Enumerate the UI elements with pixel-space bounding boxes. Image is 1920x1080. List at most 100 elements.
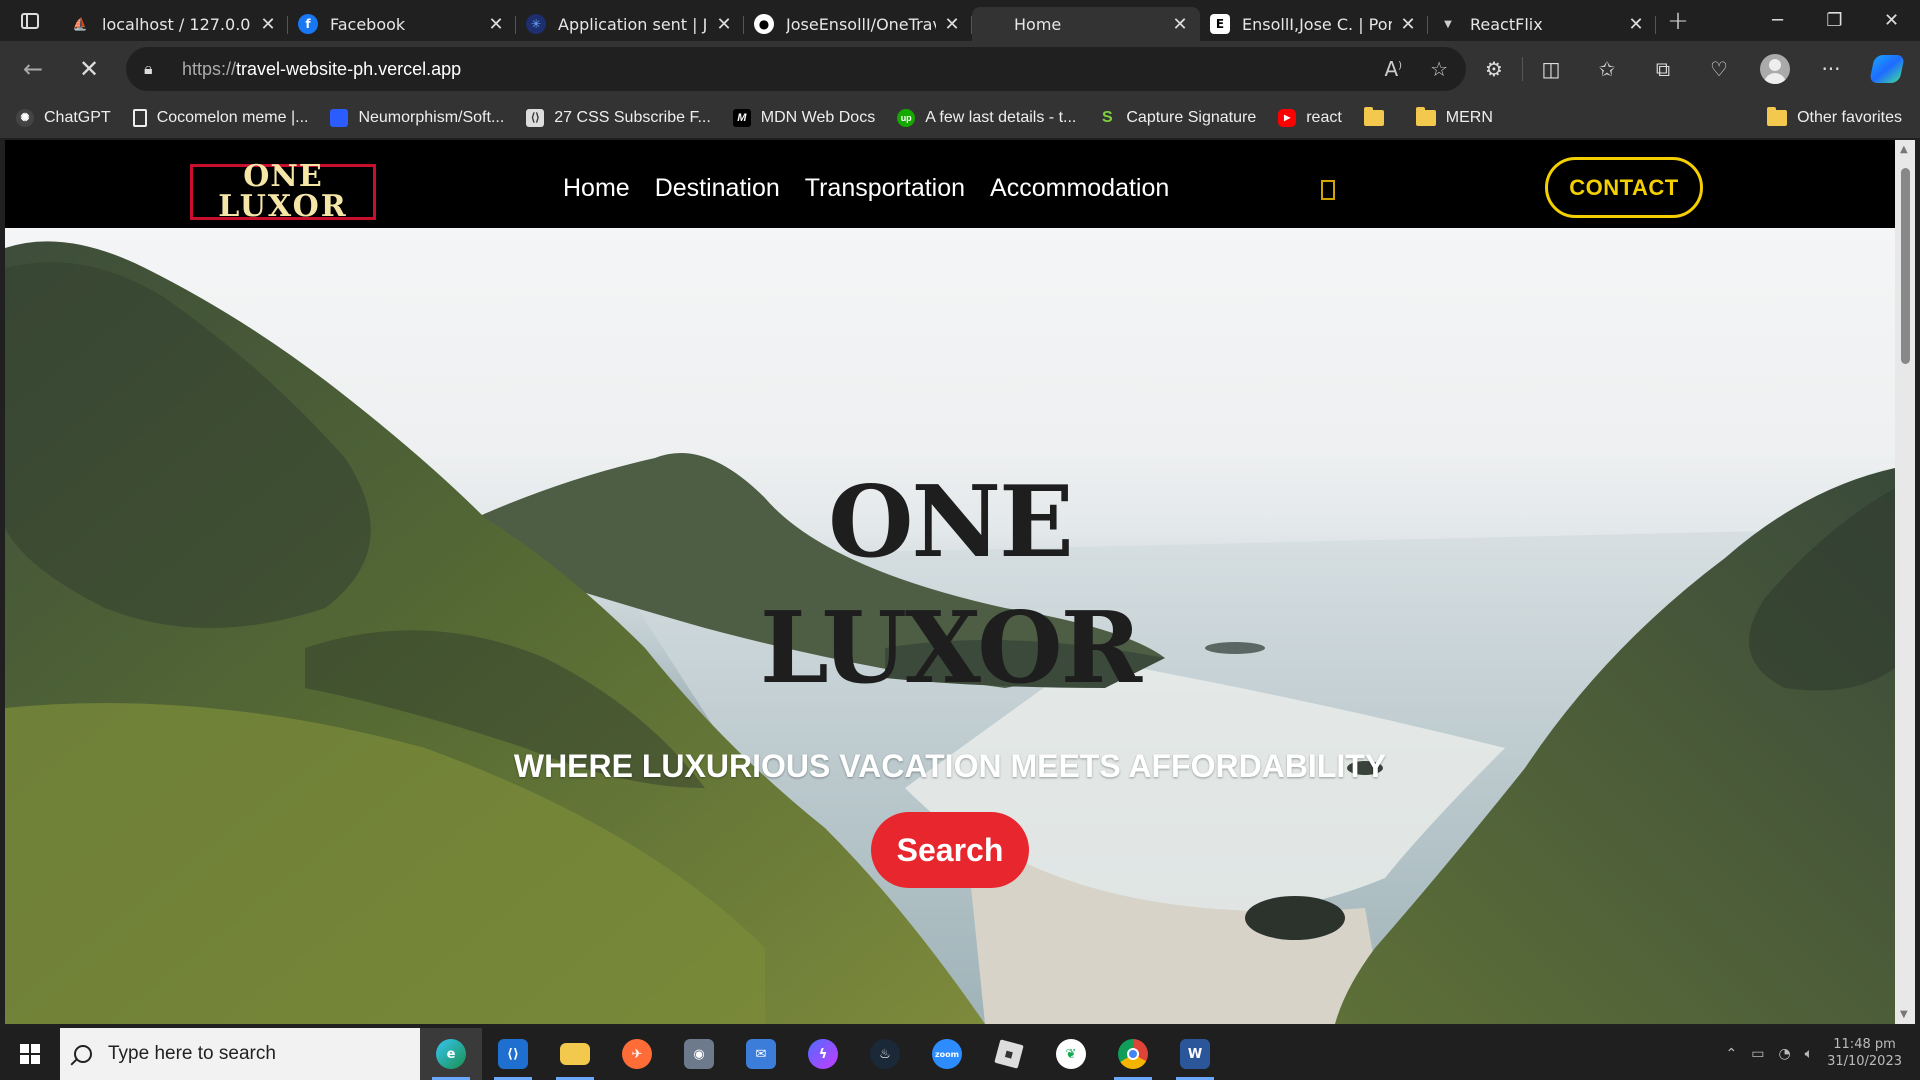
clock-date: 31/10/2023 xyxy=(1827,1054,1902,1069)
taskbar-search-box[interactable]: Type here to search xyxy=(60,1028,420,1080)
close-icon[interactable]: ✕ xyxy=(1398,14,1418,35)
collections-icon[interactable]: ⧉ xyxy=(1635,47,1691,91)
split-screen-icon[interactable]: ◫ xyxy=(1523,47,1579,91)
minimize-button[interactable]: ─ xyxy=(1749,0,1806,41)
url-host: travel-website-ph.vercel.app xyxy=(236,58,462,79)
taskbar-clock[interactable]: 11:48 pm 31/10/2023 xyxy=(1827,1037,1902,1071)
scrollbar-thumb[interactable] xyxy=(1901,168,1910,364)
nav-transportation[interactable]: Transportation xyxy=(805,174,965,203)
bookmark-chatgpt[interactable]: ✺ ChatGPT xyxy=(16,108,111,127)
taskbar-mongodb[interactable]: ❦ xyxy=(1040,1028,1102,1080)
address-bar[interactable]: 🔒︎ https://travel-website-ph.vercel.app … xyxy=(126,47,1466,91)
stop-button[interactable]: ✕ xyxy=(66,46,112,92)
bookmark-react[interactable]: ▶ react xyxy=(1278,108,1342,127)
tab-github[interactable]: ● JoseEnsollI/OneTravel ✕ xyxy=(744,7,972,41)
close-icon[interactable]: ✕ xyxy=(1170,14,1190,35)
taskbar-roblox[interactable]: ▪ xyxy=(978,1028,1040,1080)
tab-home[interactable]: Home ✕ xyxy=(972,7,1200,41)
start-button[interactable] xyxy=(0,1028,60,1080)
tab-reactflix[interactable]: ▼ ReactFlix ✕ xyxy=(1428,7,1656,41)
browser-essentials-icon[interactable]: ♡ xyxy=(1691,47,1747,91)
postman-icon: ✈ xyxy=(622,1039,652,1069)
other-favorites[interactable]: Other favorites xyxy=(1767,106,1902,127)
close-icon[interactable]: ✕ xyxy=(714,14,734,35)
site-logo[interactable]: ONE LUXOR xyxy=(190,162,376,224)
lock-icon: 🔒︎ xyxy=(144,59,153,78)
nav-destination[interactable]: Destination xyxy=(655,174,780,203)
taskbar-camera[interactable]: ◉ xyxy=(668,1028,730,1080)
bookmark-neumorphism[interactable]: Neumorphism/Soft... xyxy=(330,108,504,127)
taskbar-postman[interactable]: ✈ xyxy=(606,1028,668,1080)
bookmark-cocomelon[interactable]: Cocomelon meme |... xyxy=(132,108,308,127)
messenger-icon: ϟ xyxy=(808,1039,838,1069)
avatar xyxy=(1760,54,1790,84)
bookmark-capture-signature[interactable]: S Capture Signature xyxy=(1098,109,1256,127)
bookmark-upwork[interactable]: up A few last details - t... xyxy=(897,108,1076,127)
taskbar-word[interactable]: W xyxy=(1164,1028,1226,1080)
nav-accommodation[interactable]: Accommodation xyxy=(990,174,1169,203)
new-tab-button[interactable]: + xyxy=(1656,0,1700,41)
taskbar-zoom[interactable]: zoom xyxy=(916,1028,978,1080)
vscode-icon: ⟨⟩ xyxy=(498,1039,528,1069)
back-button[interactable]: ← xyxy=(10,46,56,92)
bookmark-css-subscribe[interactable]: ⟨⟩ 27 CSS Subscribe F... xyxy=(526,108,711,127)
bookmark-label: react xyxy=(1306,108,1342,126)
extensions-icon[interactable]: ⚙ xyxy=(1466,47,1522,91)
browser-toolbar: ← ✕ 🔒︎ https://travel-website-ph.vercel.… xyxy=(0,41,1920,97)
page-viewport: ONE LUXOR Home Destination Transportatio… xyxy=(5,140,1895,1024)
edge-icon: e xyxy=(436,1039,466,1069)
tray-chevron-icon[interactable]: ⌃ xyxy=(1725,1046,1737,1062)
tab-localhost[interactable]: ⛵ localhost / 127.0.0.1 / ✕ xyxy=(60,7,288,41)
url-text[interactable]: https://travel-website-ph.vercel.app xyxy=(182,59,1356,80)
volume-icon[interactable]: 🔈︎ xyxy=(1805,1046,1813,1062)
page-scrollbar[interactable]: ▲ ▼ xyxy=(1895,140,1915,1024)
tab-portfolio[interactable]: E EnsollI,Jose C. | Portfo ✕ xyxy=(1200,7,1428,41)
bookmark-label: 27 CSS Subscribe F... xyxy=(554,108,711,126)
bookmark-folder-mern[interactable]: MERN xyxy=(1415,106,1493,127)
read-aloud-icon[interactable]: A) xyxy=(1384,57,1402,81)
clock-time: 11:48 pm xyxy=(1833,1037,1896,1053)
taskbar-edge[interactable]: e xyxy=(420,1028,482,1080)
taskbar-mail[interactable]: ✉ xyxy=(730,1028,792,1080)
plus-icon: + xyxy=(1667,5,1689,36)
taskbar-file-explorer[interactable] xyxy=(544,1028,606,1080)
word-icon: W xyxy=(1180,1039,1210,1069)
mail-icon: ✉ xyxy=(746,1039,776,1069)
folder-icon xyxy=(1767,106,1788,126)
close-icon[interactable]: ✕ xyxy=(486,14,506,35)
roblox-icon: ▪ xyxy=(994,1039,1024,1069)
close-icon[interactable]: ✕ xyxy=(258,14,278,35)
taskbar-vscode[interactable]: ⟨⟩ xyxy=(482,1028,544,1080)
scroll-down-arrow-icon[interactable]: ▼ xyxy=(1900,1009,1908,1020)
back-arrow-icon: ← xyxy=(22,55,44,83)
taskbar-messenger[interactable]: ϟ xyxy=(792,1028,854,1080)
restore-button[interactable]: ❐ xyxy=(1806,0,1863,41)
battery-icon[interactable]: ▭ xyxy=(1751,1046,1764,1062)
bookmark-folder[interactable] xyxy=(1363,106,1394,126)
favorite-star-icon[interactable]: ☆ xyxy=(1430,57,1448,81)
scroll-up-arrow-icon[interactable]: ▲ xyxy=(1900,144,1908,155)
taskbar-steam[interactable]: ♨ xyxy=(854,1028,916,1080)
tab-jobstreet[interactable]: ✳ Application sent | Job ✕ xyxy=(516,7,744,41)
portfolio-icon: E xyxy=(1210,14,1230,34)
close-window-button[interactable]: ✕ xyxy=(1863,0,1920,41)
profile-button[interactable] xyxy=(1747,47,1803,91)
more-options-icon[interactable]: ··· xyxy=(1803,47,1859,91)
tab-actions-button[interactable] xyxy=(0,0,60,41)
close-icon[interactable]: ✕ xyxy=(1626,14,1646,35)
taskbar-chrome[interactable] xyxy=(1102,1028,1164,1080)
jobstreet-icon: ✳ xyxy=(526,14,546,34)
tab-title: ReactFlix xyxy=(1470,14,1543,34)
search-button[interactable]: Search xyxy=(871,812,1029,888)
bookmark-mdn[interactable]: M MDN Web Docs xyxy=(732,108,875,127)
network-icon[interactable]: ◔ xyxy=(1778,1046,1790,1062)
close-icon[interactable]: ✕ xyxy=(942,14,962,35)
favorites-icon[interactable]: ✩ xyxy=(1579,47,1635,91)
logo-line-2: LUXOR xyxy=(218,189,348,224)
copilot-button[interactable] xyxy=(1859,47,1915,91)
zoom-icon: zoom xyxy=(932,1039,962,1069)
contact-button[interactable]: CONTACT xyxy=(1545,157,1703,218)
nav-home[interactable]: Home xyxy=(563,174,630,203)
tab-facebook[interactable]: f Facebook ✕ xyxy=(288,7,516,41)
missing-glyph-icon[interactable] xyxy=(1321,180,1335,200)
